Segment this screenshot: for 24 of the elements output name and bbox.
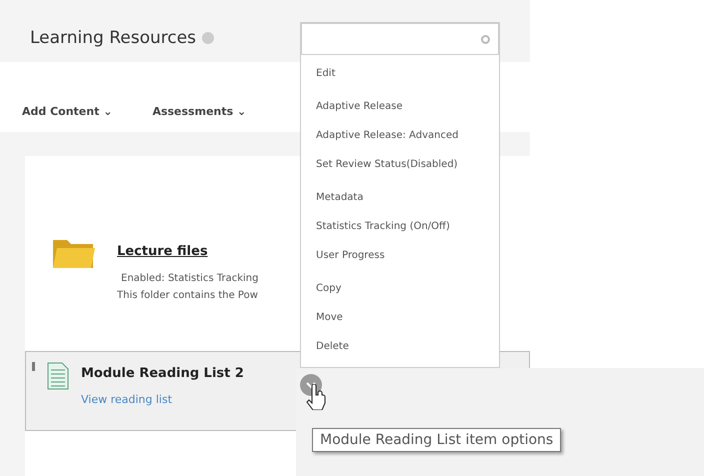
menu-item[interactable]: Adaptive Release: Advanced	[309, 121, 491, 150]
menu-item[interactable]: Edit	[309, 59, 491, 88]
menu-item[interactable]: Statistics Tracking (On/Off)	[309, 212, 491, 241]
item-title: Module Reading List 2	[81, 366, 244, 381]
page-title: Learning Resources	[30, 28, 196, 48]
menu-item[interactable]: Copy	[309, 274, 491, 303]
item-title-link[interactable]: Lecture files	[117, 244, 258, 259]
menu-item[interactable]: User Progress	[309, 241, 491, 270]
document-icon	[47, 362, 69, 390]
chevron-down-icon	[306, 382, 316, 388]
menu-item[interactable]: Metadata	[309, 183, 491, 212]
toolbar-menu-button[interactable]: Add Content ⌄	[22, 105, 112, 118]
menu-search-field[interactable]	[301, 23, 499, 55]
hand-cursor-icon	[306, 384, 326, 410]
toolbar-menu-button[interactable]: Assessments ⌄	[152, 105, 246, 118]
drag-handle-icon[interactable]	[32, 362, 35, 371]
menu-item[interactable]: Move	[309, 303, 491, 332]
menu-item[interactable]: Delete	[309, 332, 491, 361]
tooltip: Module Reading List item options	[312, 428, 562, 452]
item-description: This folder contains the Pow	[117, 290, 258, 301]
menu-item[interactable]: Set Review Status(Disabled)	[309, 150, 491, 179]
help-icon[interactable]	[202, 32, 214, 44]
menu-item[interactable]: Adaptive Release	[309, 92, 491, 121]
item-status: Enabled: Statistics Tracking	[120, 273, 258, 284]
